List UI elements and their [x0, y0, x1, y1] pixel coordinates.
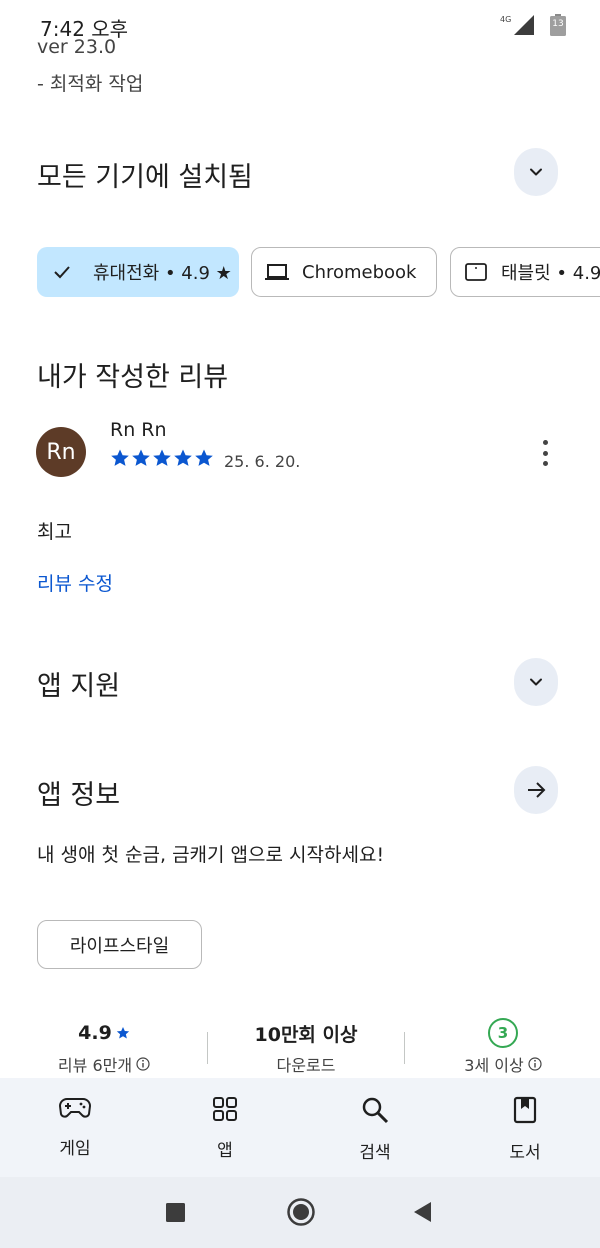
- device-chip-tablet[interactable]: 태블릿 • 4.9 ★: [450, 247, 600, 297]
- installed-expand-button[interactable]: [514, 148, 558, 196]
- device-chip-chromebook[interactable]: Chromebook: [251, 247, 437, 297]
- star-icon: [195, 449, 213, 466]
- nav-label: 앱: [217, 1141, 233, 1161]
- status-icons: 4G 13: [500, 14, 566, 36]
- check-icon: [54, 266, 70, 279]
- stat-divider: [404, 1032, 405, 1064]
- my-review-title: 내가 작성한 리뷰: [37, 362, 229, 393]
- reviewer-name: Rn Rn: [110, 419, 167, 441]
- category-chip[interactable]: 라이프스타일: [37, 920, 202, 969]
- nav-item-apps[interactable]: 앱: [165, 1078, 285, 1177]
- app-support-expand-button[interactable]: [514, 658, 558, 706]
- review-date: 25. 6. 20.: [224, 452, 301, 471]
- star-icon: [174, 449, 192, 466]
- app-info-open-button[interactable]: [514, 766, 558, 814]
- chevron-down-icon: [530, 168, 542, 176]
- edit-review-link[interactable]: 리뷰 수정: [37, 569, 113, 596]
- star-icon: [116, 1027, 129, 1039]
- stat-rating[interactable]: 4.9 리뷰 6만개: [24, 1018, 184, 1076]
- downloads-label: 다운로드: [276, 1056, 336, 1075]
- app-info-title: 앱 정보: [37, 780, 121, 811]
- search-icon: [362, 1097, 389, 1124]
- device-chip-label: Chromebook: [302, 261, 417, 283]
- review-stars: [110, 448, 214, 468]
- bottom-nav: 게임 앱 검색 도서: [0, 1078, 600, 1177]
- more-options-button[interactable]: [533, 438, 557, 468]
- app-support-title: 앱 지원: [37, 671, 121, 702]
- arrow-right-icon: [528, 782, 546, 798]
- version-text: ver 23.0: [37, 36, 117, 58]
- app-description: 내 생애 첫 순금, 금캐기 앱으로 시작하세요!: [37, 844, 385, 866]
- star-icon: [111, 449, 129, 466]
- nav-label: 도서: [509, 1143, 541, 1163]
- more-vert-icon: [542, 440, 548, 445]
- star-icon: [153, 449, 171, 466]
- downloads-value: 10만회 이상: [254, 1023, 358, 1046]
- stat-divider: [207, 1032, 208, 1064]
- rating-count-label: 리뷰 6만개: [57, 1056, 133, 1075]
- review-body: 최고: [37, 521, 72, 543]
- back-button-icon[interactable]: [412, 1201, 432, 1223]
- nav-item-games[interactable]: 게임: [15, 1078, 135, 1177]
- laptop-icon: [265, 264, 289, 280]
- battery-icon: 13: [550, 14, 566, 36]
- age-rating-badge: 3: [488, 1018, 518, 1048]
- nav-item-books[interactable]: 도서: [465, 1078, 585, 1177]
- star-icon: [132, 449, 150, 466]
- nav-label: 검색: [359, 1143, 391, 1163]
- info-icon: [136, 1057, 150, 1071]
- device-chip-label: 태블릿 • 4.9 ★: [501, 263, 600, 284]
- home-button-icon[interactable]: [286, 1197, 316, 1227]
- stat-downloads: 10만회 이상 다운로드: [226, 1018, 386, 1076]
- info-icon: [528, 1057, 542, 1071]
- tablet-icon: [465, 263, 487, 281]
- gamepad-icon: [59, 1098, 91, 1118]
- chevron-down-icon: [530, 678, 542, 686]
- stat-age-rating[interactable]: 3 3세 이상: [423, 1018, 583, 1076]
- recents-button-icon[interactable]: [166, 1203, 185, 1222]
- rating-value: 4.9: [78, 1022, 112, 1044]
- device-chip-label: 휴대전화 • 4.9 ★: [93, 263, 232, 284]
- network-type-label: 4G: [500, 15, 512, 24]
- nav-label: 게임: [59, 1139, 91, 1159]
- book-icon: [513, 1096, 537, 1124]
- installed-section-title: 모든 기기에 설치됨: [37, 162, 253, 193]
- system-nav-bar: [0, 1177, 600, 1248]
- nav-item-search[interactable]: 검색: [315, 1078, 435, 1177]
- age-rating-label: 3세 이상: [464, 1056, 524, 1075]
- battery-level: 13: [552, 19, 564, 29]
- signal-icon: 4G: [500, 15, 536, 35]
- changelog-line: - 최적화 작업: [37, 73, 144, 95]
- avatar: Rn: [36, 427, 86, 477]
- device-chip-phone[interactable]: 휴대전화 • 4.9 ★: [37, 247, 239, 297]
- apps-grid-icon: [213, 1097, 237, 1121]
